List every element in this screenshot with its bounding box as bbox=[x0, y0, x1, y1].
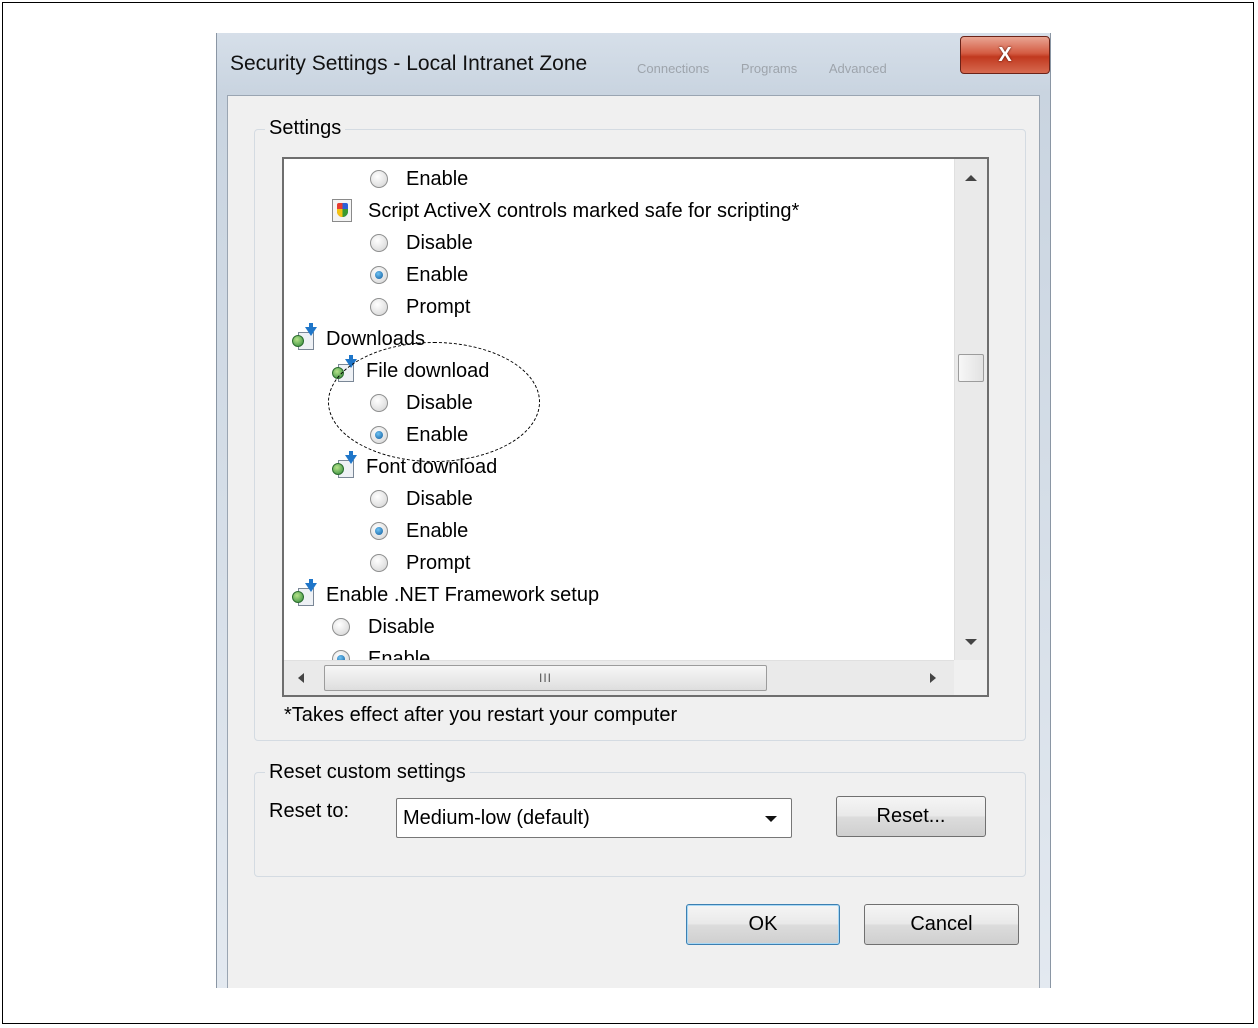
setting-label: Script ActiveX controls marked safe for … bbox=[368, 199, 800, 222]
scroll-right-icon[interactable] bbox=[930, 673, 936, 683]
reset-button[interactable]: Reset... bbox=[836, 796, 986, 837]
radio-option[interactable]: Enable bbox=[370, 163, 468, 195]
cancel-button[interactable]: Cancel bbox=[864, 904, 1019, 945]
radio-option[interactable]: Prompt bbox=[370, 547, 470, 579]
setting-heading: Script ActiveX controls marked safe for … bbox=[332, 195, 799, 227]
category-label: Enable .NET Framework setup bbox=[326, 583, 600, 606]
restart-footnote: *Takes effect after you restart your com… bbox=[284, 704, 678, 726]
radio-option[interactable]: Disable bbox=[332, 611, 435, 643]
radio-label: Disable bbox=[368, 615, 435, 638]
scroll-up-icon[interactable] bbox=[965, 175, 977, 181]
ok-button[interactable]: OK bbox=[686, 904, 840, 945]
radio-button[interactable] bbox=[370, 394, 388, 412]
radio-option[interactable]: Disable bbox=[370, 483, 473, 515]
download-category-icon bbox=[332, 355, 358, 383]
radio-label: Enable bbox=[406, 519, 469, 542]
radio-label: Disable bbox=[406, 231, 473, 254]
horizontal-scrollbar[interactable]: III bbox=[284, 660, 954, 695]
settings-group-label: Settings bbox=[265, 117, 346, 140]
category-heading: Enable .NET Framework setup bbox=[292, 579, 599, 611]
scroll-left-icon[interactable] bbox=[298, 673, 304, 683]
dialog-title: Security Settings - Local Intranet Zone bbox=[230, 52, 588, 75]
radio-option[interactable]: Disable bbox=[370, 227, 473, 259]
reset-to-label: Reset to: bbox=[269, 800, 350, 822]
security-level-dropdown[interactable]: Medium-low (default) bbox=[396, 798, 792, 838]
vertical-scrollbar[interactable] bbox=[954, 159, 987, 661]
radio-label: Disable bbox=[406, 487, 473, 510]
radio-button-selected[interactable] bbox=[370, 522, 388, 540]
radio-label: Enable bbox=[406, 423, 469, 446]
setting-label: Font download bbox=[366, 455, 498, 478]
radio-button[interactable] bbox=[370, 234, 388, 252]
background-tab: Advanced bbox=[828, 61, 887, 76]
scroll-down-icon[interactable] bbox=[965, 639, 977, 645]
setting-heading: File download bbox=[332, 355, 489, 387]
download-category-icon bbox=[292, 579, 318, 607]
radio-label: Prompt bbox=[406, 295, 471, 318]
radio-label: Enable bbox=[406, 263, 469, 286]
radio-option[interactable]: Enable bbox=[370, 419, 468, 451]
radio-option[interactable]: Enable bbox=[332, 643, 430, 661]
horizontal-scroll-thumb[interactable]: III bbox=[324, 665, 767, 691]
radio-option[interactable]: Prompt bbox=[370, 291, 470, 323]
radio-button[interactable] bbox=[370, 170, 388, 188]
radio-option[interactable]: Enable bbox=[370, 259, 468, 291]
reset-group-label: Reset custom settings bbox=[265, 761, 470, 784]
download-category-icon bbox=[332, 451, 358, 479]
dropdown-value: Medium-low (default) bbox=[403, 806, 590, 829]
radio-button-selected[interactable] bbox=[370, 266, 388, 284]
radio-button[interactable] bbox=[370, 298, 388, 316]
radio-label: Enable bbox=[368, 647, 431, 662]
vertical-scroll-thumb[interactable] bbox=[958, 354, 984, 382]
settings-list-content: Enable Script ActiveX controls marked sa… bbox=[284, 159, 954, 661]
background-tab: Connections bbox=[637, 61, 710, 76]
scrollbar-corner bbox=[954, 660, 987, 695]
download-category-icon bbox=[292, 323, 318, 351]
category-heading: Downloads bbox=[292, 323, 425, 355]
setting-heading: Font download bbox=[332, 451, 497, 483]
radio-button-selected[interactable] bbox=[370, 426, 388, 444]
title-bar[interactable]: Security Settings - Local Intranet Zone … bbox=[217, 33, 1050, 95]
close-button[interactable]: X bbox=[960, 36, 1050, 74]
radio-label: Enable bbox=[406, 167, 469, 190]
shield-document-icon bbox=[332, 199, 354, 223]
radio-option[interactable]: Enable bbox=[370, 515, 468, 547]
setting-label: File download bbox=[366, 359, 490, 382]
background-tab: Programs bbox=[740, 61, 798, 76]
radio-label: Prompt bbox=[406, 551, 471, 574]
radio-button[interactable] bbox=[370, 490, 388, 508]
chevron-down-icon bbox=[765, 816, 777, 822]
settings-list[interactable]: Enable Script ActiveX controls marked sa… bbox=[282, 157, 989, 697]
radio-button[interactable] bbox=[332, 618, 350, 636]
scroll-grip-icon: III bbox=[538, 671, 552, 685]
category-label: Downloads bbox=[326, 327, 425, 350]
radio-label: Disable bbox=[406, 391, 473, 414]
radio-option[interactable]: Disable bbox=[370, 387, 473, 419]
radio-button[interactable] bbox=[370, 554, 388, 572]
close-icon: X bbox=[998, 43, 1012, 66]
